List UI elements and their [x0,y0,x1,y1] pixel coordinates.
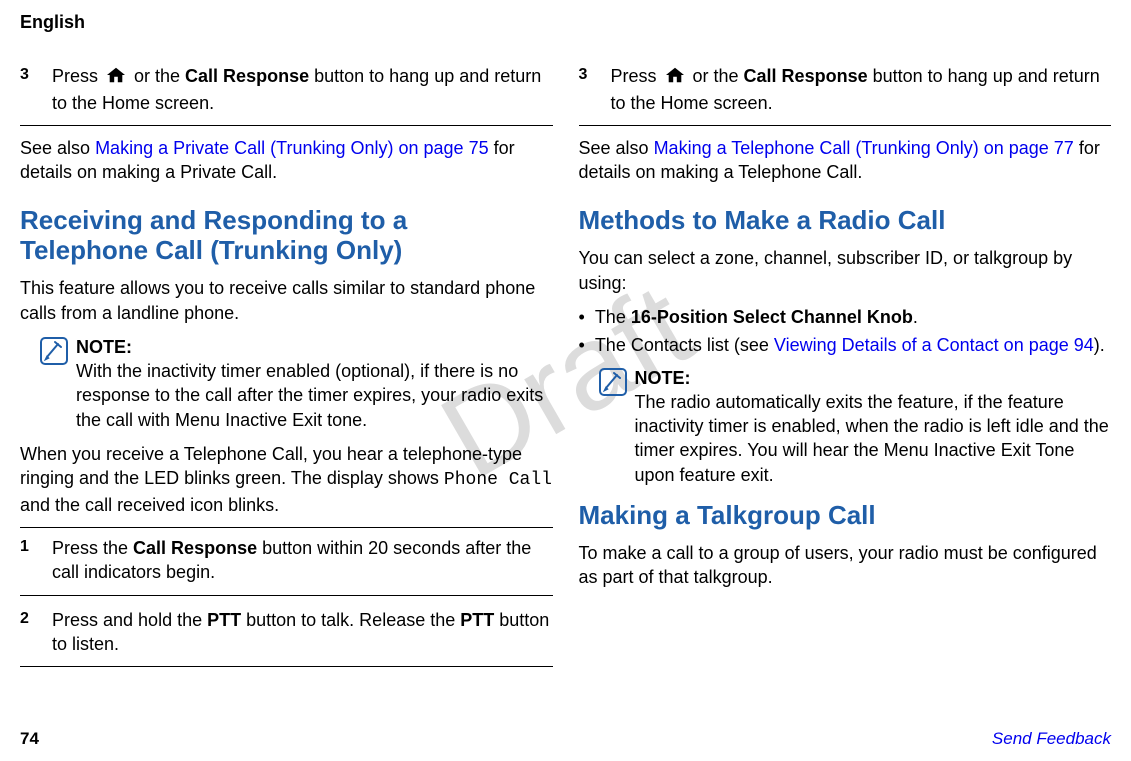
text: The [595,307,631,327]
left-column: 3 Press or the Call Response button to h… [20,56,553,675]
mono-text: Phone Call [444,470,552,490]
text: See also [20,138,95,158]
step-text: Press and hold the PTT button to talk. R… [52,608,553,657]
note-block-left: NOTE: With the inactivity timer enabled … [40,335,553,432]
text: ). [1094,335,1105,355]
bold-text: Call Response [185,66,309,86]
paragraph: You can select a zone, channel, subscrib… [579,246,1112,295]
step-number: 1 [20,536,38,585]
text: Press [52,66,103,86]
step-number: 2 [20,608,38,657]
see-also-right: See also Making a Telephone Call (Trunki… [579,136,1112,185]
heading-methods: Methods to Make a Radio Call [579,206,1112,236]
paragraph: This feature allows you to receive calls… [20,276,553,325]
paragraph: When you receive a Telephone Call, you h… [20,442,553,517]
text: Press and hold the [52,610,207,630]
step-text: Press or the Call Response button to han… [52,64,553,115]
bullet-item: The 16-Position Select Channel Knob. [579,305,1112,329]
step-3-left: 3 Press or the Call Response button to h… [20,60,553,126]
heading-receiving-responding: Receiving and Responding to a Telephone … [20,206,553,266]
home-icon [105,66,127,90]
bold-text: PTT [207,610,241,630]
step-1-left: 1 Press the Call Response button within … [20,527,553,596]
note-label: NOTE: [635,366,1112,390]
heading-talkgroup: Making a Talkgroup Call [579,501,1112,531]
note-block-right: NOTE: The radio automatically exits the … [599,366,1112,487]
text: The Contacts list (see [595,335,774,355]
note-label: NOTE: [76,335,553,359]
note-text: With the inactivity timer enabled (optio… [76,359,553,432]
page-footer: 74 Send Feedback [20,728,1111,751]
note-body: NOTE: The radio automatically exits the … [635,366,1112,487]
bullet-item: The Contacts list (see Viewing Details o… [579,333,1112,357]
text: . [913,307,918,327]
home-icon [664,66,686,90]
bold-text: Call Response [744,66,868,86]
send-feedback-link[interactable]: Send Feedback [992,728,1111,751]
step-number: 3 [579,64,597,115]
two-column-layout: 3 Press or the Call Response button to h… [20,56,1111,675]
bold-text: 16-Position Select Channel Knob [631,307,913,327]
step-2-left: 2 Press and hold the PTT button to talk.… [20,604,553,668]
bullet-list: The 16-Position Select Channel Knob. The… [579,305,1112,358]
see-also-left: See also Making a Private Call (Trunking… [20,136,553,185]
step-text: Press the Call Response button within 20… [52,536,553,585]
link-viewing-contact[interactable]: Viewing Details of a Contact on page 94 [774,335,1094,355]
page-number: 74 [20,728,39,751]
note-body: NOTE: With the inactivity timer enabled … [76,335,553,432]
right-column: 3 Press or the Call Response button to h… [579,56,1112,675]
text: button to talk. Release the [241,610,460,630]
link-telephone-call[interactable]: Making a Telephone Call (Trunking Only) … [654,138,1074,158]
step-3-right: 3 Press or the Call Response button to h… [579,60,1112,126]
note-text: The radio automatically exits the featur… [635,390,1112,487]
text: See also [579,138,654,158]
heading-line-1: Receiving and Responding to a [20,205,407,235]
text: and the call received icon blinks. [20,495,279,515]
note-icon [40,337,68,432]
note-icon [599,368,627,487]
link-private-call[interactable]: Making a Private Call (Trunking Only) on… [95,138,489,158]
step-number: 3 [20,64,38,115]
bold-text: PTT [460,610,494,630]
text: or the [688,66,744,86]
page-header-language: English [20,10,1111,34]
bold-text: Call Response [133,538,257,558]
paragraph: To make a call to a group of users, your… [579,541,1112,590]
step-text: Press or the Call Response button to han… [611,64,1112,115]
text: or the [129,66,185,86]
text: Press the [52,538,133,558]
heading-line-2: Telephone Call (Trunking Only) [20,235,402,265]
text: Press [611,66,662,86]
